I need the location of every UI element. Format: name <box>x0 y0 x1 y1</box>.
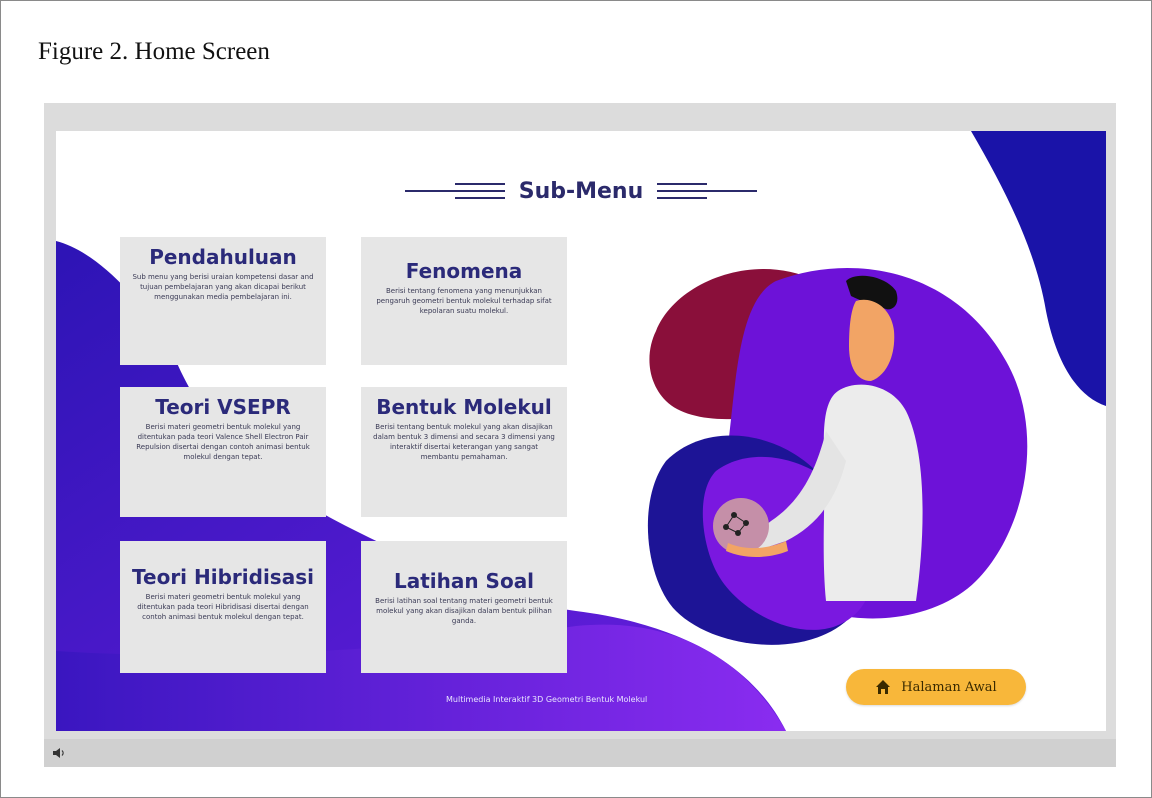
page-title: Sub-Menu <box>518 178 644 204</box>
card-fenomena[interactable]: Fenomena Berisi tentang fenomena yang me… <box>361 237 567 365</box>
card-teori-vsepr[interactable]: Teori VSEPR Berisi materi geometri bentu… <box>120 387 326 517</box>
footer-text: Multimedia Interaktif 3D Geometri Bentuk… <box>446 695 648 704</box>
home-button[interactable]: Halaman Awal <box>846 669 1026 705</box>
player-control-bar <box>44 739 1116 767</box>
card-latihan-soal[interactable]: Latihan Soal Berisi latihan soal tentang… <box>361 541 567 673</box>
submenu-header: Sub-Menu <box>396 171 766 211</box>
figure-caption: Figure 2. Home Screen <box>38 38 270 65</box>
card-description: Berisi tentang bentuk molekul yang akan … <box>373 423 555 461</box>
card-title: Fenomena <box>405 259 523 283</box>
card-description: Berisi materi geometri bentuk molekul ya… <box>136 423 310 461</box>
card-title: Bentuk Molekul <box>376 395 552 419</box>
home-button-label: Halaman Awal <box>901 679 997 695</box>
card-title: Latihan Soal <box>393 569 535 593</box>
header-lines-left <box>404 183 505 199</box>
app-window: Sub-Menu Pendahuluan Sub menu yang beris… <box>44 103 1116 767</box>
speaker-icon[interactable] <box>52 747 66 759</box>
card-description: Sub menu yang berisi uraian kompetensi d… <box>132 273 314 301</box>
card-title: Teori VSEPR <box>155 395 291 419</box>
card-description: Berisi materi geometri bentuk molekul ya… <box>137 593 309 621</box>
header-lines-right <box>657 183 758 199</box>
card-teori-hibridisasi[interactable]: Teori Hibridisasi Berisi materi geometri… <box>120 541 326 673</box>
card-bentuk-molekul[interactable]: Bentuk Molekul Berisi tentang bentuk mol… <box>361 387 567 517</box>
card-description: Berisi tentang fenomena yang menunjukkan… <box>376 287 552 315</box>
home-icon <box>876 680 891 694</box>
card-description: Berisi latihan soal tentang materi geome… <box>375 597 553 625</box>
card-pendahuluan[interactable]: Pendahuluan Sub menu yang berisi uraian … <box>120 237 326 365</box>
card-title: Pendahuluan <box>149 245 297 269</box>
card-title: Teori Hibridisasi <box>132 565 314 589</box>
slide-canvas: Sub-Menu Pendahuluan Sub menu yang beris… <box>56 131 1106 731</box>
